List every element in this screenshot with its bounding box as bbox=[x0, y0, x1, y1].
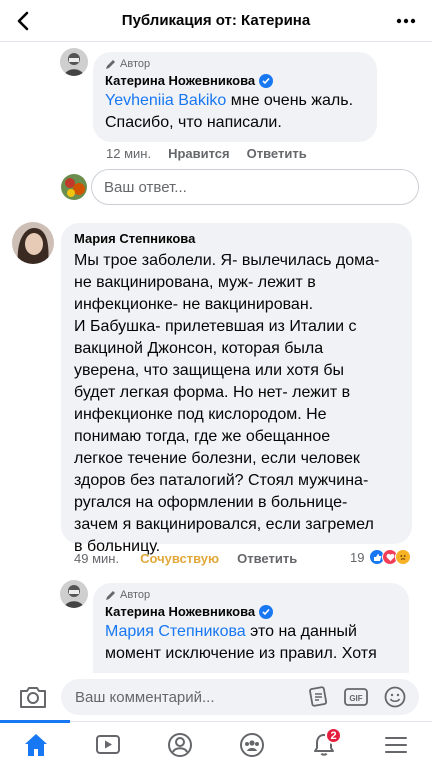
comment-line: инфекционке- не вакцинирован. bbox=[74, 296, 314, 313]
camera-icon bbox=[20, 687, 46, 708]
sympathy-button[interactable]: Сочувствую bbox=[140, 551, 219, 566]
mention-link[interactable]: Yevheniia Bakiko bbox=[105, 92, 226, 109]
pencil-icon bbox=[106, 590, 115, 600]
groups-icon bbox=[240, 733, 264, 757]
like-button[interactable]: Нравится bbox=[168, 146, 230, 161]
comment-meta: 12 мин. Нравится Ответить bbox=[106, 146, 307, 161]
author-badge-label: Автор bbox=[120, 58, 151, 70]
comment-line: не вакцинирована, муж- лежит в bbox=[74, 274, 316, 291]
emoji-icon bbox=[384, 686, 406, 708]
verified-icon bbox=[259, 73, 274, 88]
comment-text-body: это на данный bbox=[245, 623, 357, 640]
more-button[interactable] bbox=[394, 11, 418, 31]
sticker-icon bbox=[309, 686, 328, 707]
reactions-count: 19 bbox=[350, 549, 365, 565]
comment-author[interactable]: Мария Степникова bbox=[74, 231, 399, 246]
author-name[interactable]: Мария Степникова bbox=[74, 231, 195, 246]
home-icon bbox=[25, 734, 47, 756]
user-avatar bbox=[61, 174, 87, 200]
comment-line: ругался на оформлении в больнице- bbox=[74, 494, 348, 511]
author-avatar[interactable] bbox=[60, 48, 88, 76]
reply-input-placeholder: Ваш ответ... bbox=[104, 178, 187, 196]
gif-icon: GIF bbox=[344, 688, 368, 706]
tab-profile[interactable] bbox=[164, 730, 196, 760]
comment-line: И Бабушка- прилетевшая из Италии с bbox=[74, 318, 357, 335]
comment-line: будет легкая форма. Но нет- лежит в bbox=[74, 384, 351, 401]
comment-text-body: момент исключение из правил. Хотя bbox=[105, 645, 377, 662]
top-bar: Публикация от: Катерина bbox=[0, 0, 432, 42]
author-badge-label: Автор bbox=[120, 589, 151, 601]
reply-button[interactable]: Ответить bbox=[247, 146, 307, 161]
tab-menu[interactable] bbox=[380, 730, 412, 760]
active-tab-indicator bbox=[0, 720, 70, 723]
video-icon bbox=[96, 735, 120, 754]
comment-author[interactable]: Катерина Ножевникова bbox=[105, 73, 365, 88]
reply-button[interactable]: Ответить bbox=[237, 551, 297, 566]
comment-line: вакциной Джонсон, которая была bbox=[74, 340, 324, 357]
comment-line: здоров без паталогий? Стоял мужчина- bbox=[74, 472, 369, 489]
author-name[interactable]: Катерина Ножевникова bbox=[105, 73, 255, 88]
tab-watch[interactable] bbox=[92, 730, 124, 760]
comment-input-placeholder: Ваш комментарий... bbox=[75, 688, 215, 706]
comment-author[interactable]: Катерина Ножевникова bbox=[105, 604, 397, 619]
tab-home[interactable] bbox=[20, 730, 52, 760]
comment-text: Мария Степникова это на данный bbox=[105, 621, 397, 643]
profile-icon bbox=[168, 733, 192, 757]
sticker-button[interactable] bbox=[307, 685, 331, 709]
menu-icon bbox=[385, 737, 407, 753]
comment-line: зачем я вакцинировался, если загремел bbox=[74, 516, 374, 533]
comment-line: уверена, что защищена или хотя бы bbox=[74, 362, 344, 379]
author-badge: Автор bbox=[105, 58, 365, 70]
tab-groups[interactable] bbox=[236, 730, 268, 760]
more-dots-icon bbox=[396, 18, 416, 24]
comment-text: Yevheniia Bakiko мне очень жаль. Спасибо… bbox=[105, 90, 365, 134]
comment-composer: Ваш комментарий... GIF bbox=[0, 673, 432, 721]
author-avatar[interactable] bbox=[60, 580, 88, 608]
comment-bubble: Автор Катерина Ножевникова Yevheniia Bak… bbox=[93, 52, 377, 142]
comment-line: Мы трое заболели. Я- вылечилась дома- bbox=[74, 252, 380, 269]
notification-badge: 2 bbox=[325, 727, 342, 744]
sad-reaction-icon bbox=[395, 549, 412, 565]
page-title: Публикация от: Катерина bbox=[121, 12, 311, 29]
mention-link[interactable]: Мария Степникова bbox=[105, 623, 246, 640]
tab-notifications[interactable]: 2 bbox=[308, 727, 342, 760]
gif-button[interactable]: GIF bbox=[344, 685, 368, 709]
comment-line: легкое течение болезни, если человек bbox=[74, 450, 360, 467]
author-badge: Автор bbox=[105, 589, 397, 601]
svg-text:GIF: GIF bbox=[349, 694, 362, 703]
comment-line: понимаю тогда, где же обещанное bbox=[74, 428, 331, 445]
author-name[interactable]: Катерина Ножевникова bbox=[105, 604, 255, 619]
verified-icon bbox=[259, 604, 274, 619]
reactions-summary[interactable]: 19 bbox=[350, 549, 412, 565]
comment-meta: 49 мин. Сочувствую Ответить bbox=[74, 551, 297, 566]
comment-bubble: Мария Степникова Мы трое заболели. Я- вы… bbox=[61, 223, 412, 555]
reply-input[interactable]: Ваш ответ... bbox=[91, 169, 419, 205]
pencil-icon bbox=[106, 59, 115, 69]
timestamp: 49 мин. bbox=[74, 551, 120, 566]
commenter-avatar[interactable] bbox=[12, 222, 54, 264]
bottom-tab-bar: 2 bbox=[0, 720, 432, 768]
timestamp: 12 мин. bbox=[106, 146, 152, 161]
emoji-button[interactable] bbox=[383, 685, 407, 709]
camera-button[interactable] bbox=[18, 683, 48, 711]
comment-text: Мы трое заболели. Я- вылечилась дома-не … bbox=[74, 250, 399, 558]
comment-line: инфекционке под кислородом. Не bbox=[74, 406, 327, 423]
